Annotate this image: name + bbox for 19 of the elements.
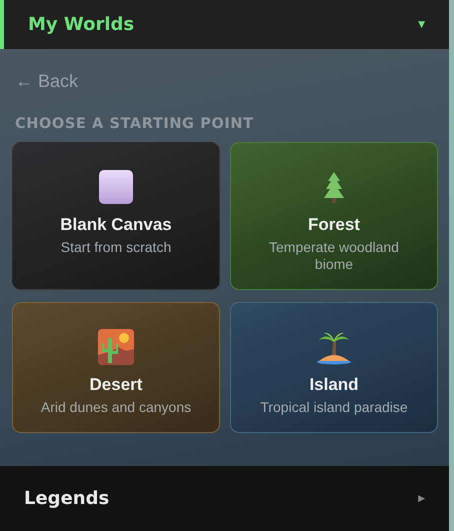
caret-icon: ▼ <box>418 20 425 30</box>
card-title: Blank Canvas <box>60 215 172 235</box>
card-title: Desert <box>90 375 142 395</box>
card-description: Start from scratch <box>60 239 172 256</box>
section-header[interactable]: Legends ▶ <box>0 466 449 531</box>
square-icon <box>98 169 134 205</box>
card-title: Forest <box>308 215 360 235</box>
card-description: Temperate woodland biome <box>268 239 400 273</box>
section-header[interactable]: My Worlds ▼ <box>0 0 449 49</box>
caret-icon: ▶ <box>418 494 425 504</box>
card-title: Island <box>309 375 359 395</box>
card-description: Tropical island paradise <box>260 399 408 416</box>
section-heading: CHOOSE A STARTING POINT <box>15 116 255 132</box>
card-description: Arid dunes and canyons <box>40 399 192 416</box>
template-card[interactable]: Desert Arid dunes and canyons <box>12 302 220 433</box>
cactus-icon <box>98 329 134 365</box>
template-card[interactable]: Forest Temperate woodland biome <box>230 142 438 290</box>
template-card[interactable]: Blank Canvas Start from scratch <box>12 142 220 290</box>
template-card[interactable]: Island Tropical island paradise <box>230 302 438 433</box>
